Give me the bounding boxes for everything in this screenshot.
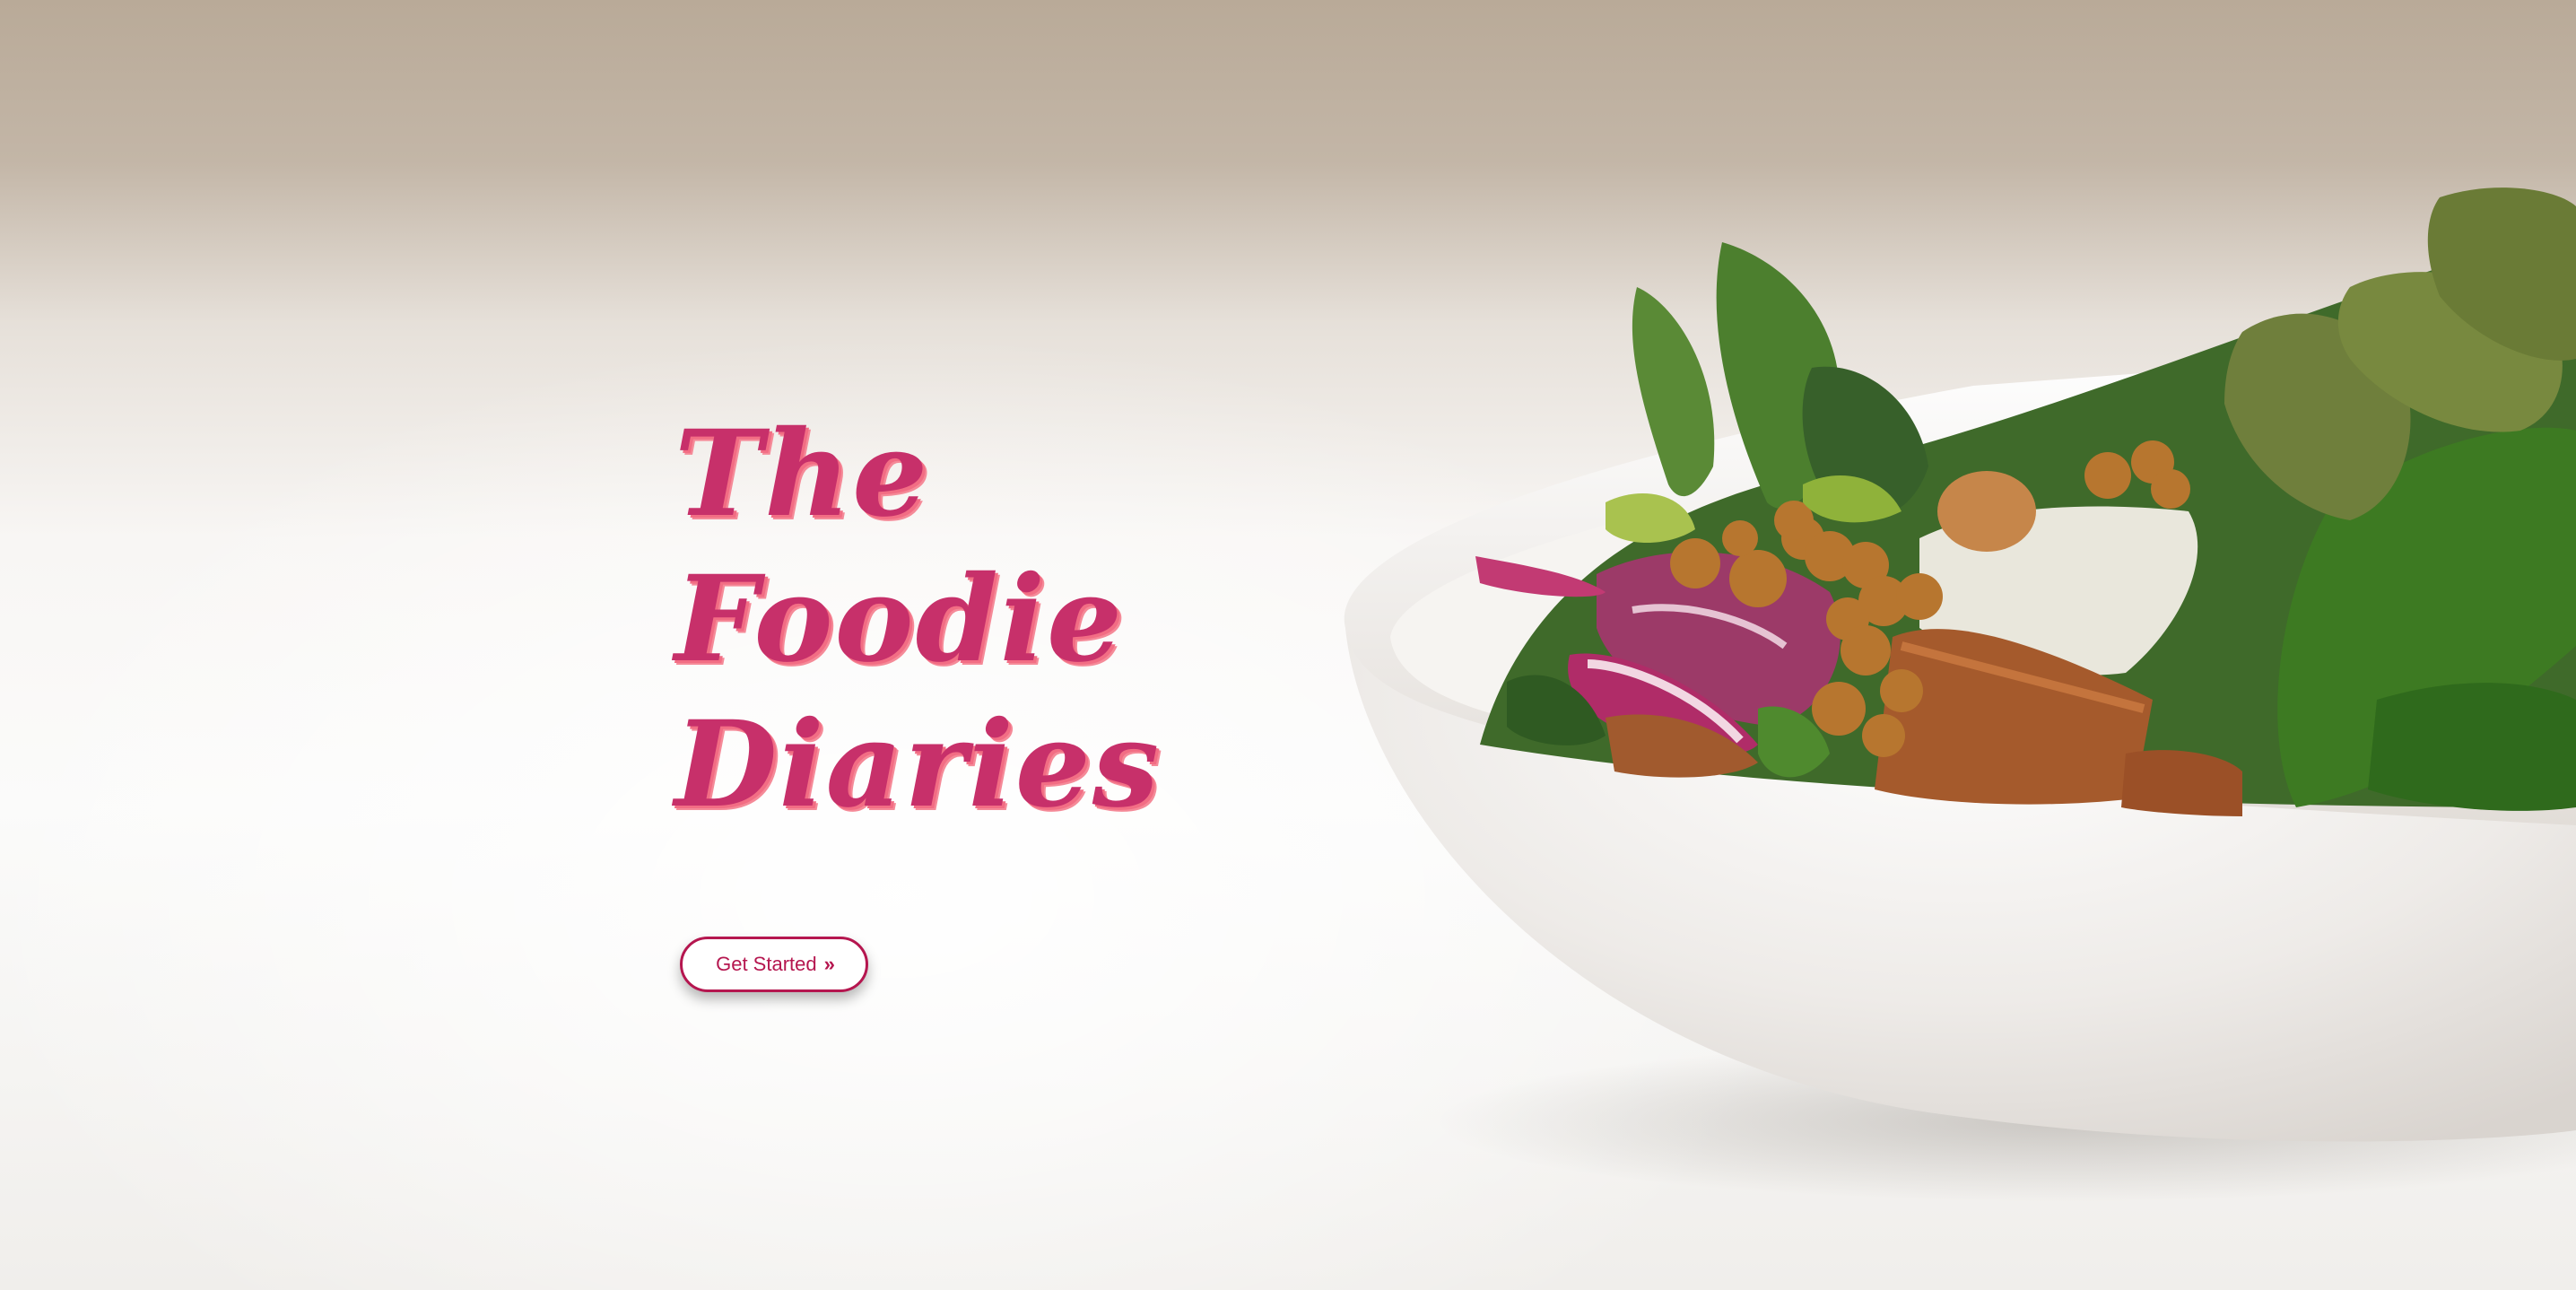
title-line: The [674, 405, 930, 544]
title-line: Foodie [674, 550, 1125, 689]
double-chevron-right-icon: » [823, 953, 835, 975]
get-started-label: Get Started [716, 953, 817, 975]
page-title: The Foodie Diaries [674, 402, 1161, 838]
get-started-button[interactable]: Get Started » [680, 937, 868, 992]
hero-section: The Foodie Diaries Get Started » [0, 0, 2576, 1290]
title-line: Diaries [674, 695, 1162, 834]
salad-bowl-photo [1344, 187, 2576, 1202]
